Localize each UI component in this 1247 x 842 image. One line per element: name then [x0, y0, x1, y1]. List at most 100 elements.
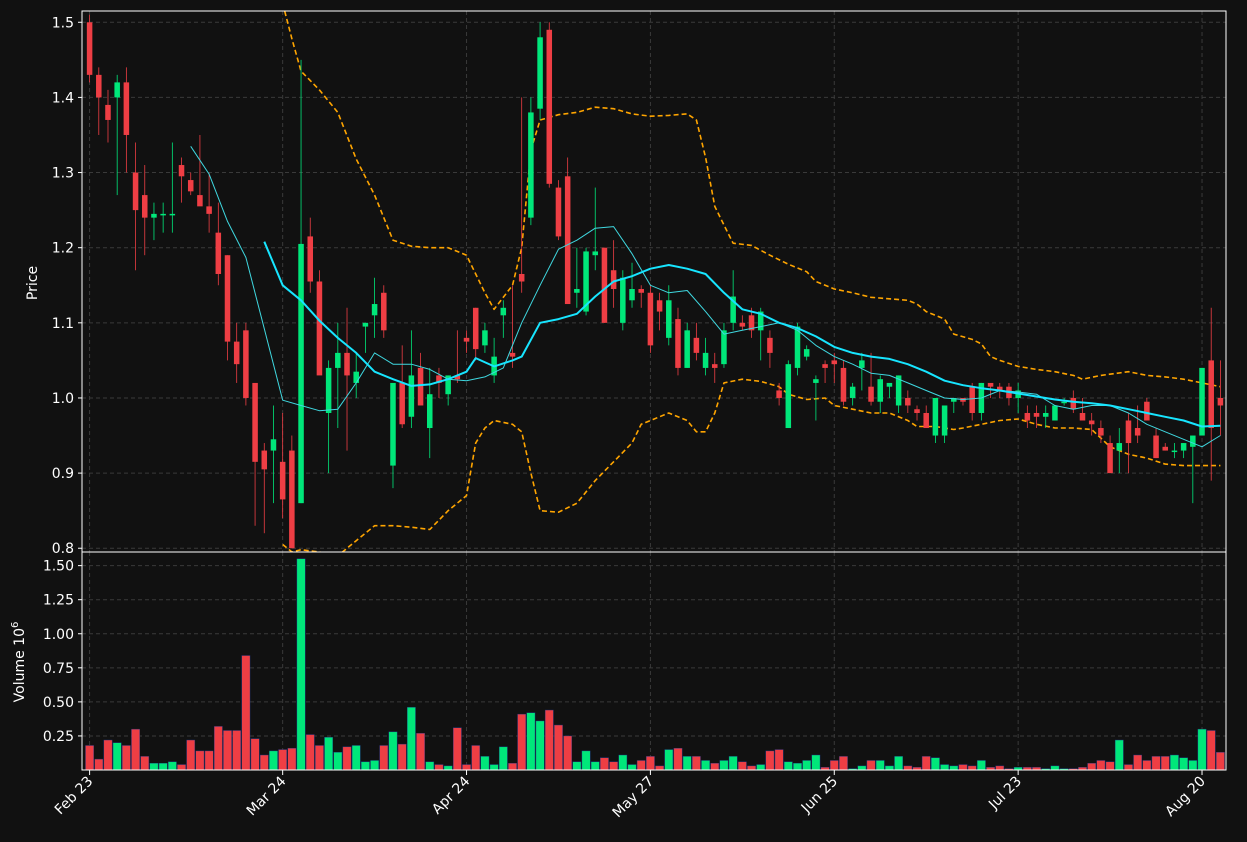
- candle-body: [482, 330, 488, 346]
- candle-body: [463, 337, 470, 342]
- candle-body: [169, 213, 176, 216]
- volume-bar: [940, 764, 949, 771]
- volume-bar: [1151, 756, 1161, 771]
- candle-body: [1208, 360, 1214, 429]
- candle-body: [831, 360, 838, 365]
- candle-body: [344, 352, 350, 376]
- candle-body: [243, 330, 249, 398]
- candle-body: [1180, 443, 1187, 451]
- volume-bar: [701, 760, 710, 771]
- volume-bar: [1050, 765, 1060, 771]
- volume-bar: [517, 713, 527, 771]
- volume-bar: [315, 745, 324, 771]
- volume-bar: [535, 720, 545, 771]
- volume-bar: [140, 756, 150, 771]
- candle-body: [813, 379, 819, 383]
- candle-body: [371, 304, 378, 316]
- volume-bar: [1133, 754, 1142, 771]
- volume-bar: [296, 558, 306, 771]
- candle-body: [335, 352, 341, 368]
- volume-bar: [278, 749, 287, 771]
- candle-body: [923, 412, 929, 429]
- volume-bar: [471, 745, 481, 771]
- candle-body: [325, 367, 332, 413]
- volume-bar: [361, 761, 370, 771]
- candle-body: [381, 292, 387, 331]
- volume-bar: [581, 750, 591, 771]
- candle-body: [767, 337, 773, 353]
- candle-body: [215, 232, 222, 274]
- candle-body: [160, 213, 166, 216]
- volume-bar: [894, 756, 903, 771]
- volume-bar: [122, 745, 131, 771]
- candle-body: [178, 165, 185, 177]
- volume-tick-label: 0.25: [43, 729, 74, 745]
- candle-body: [987, 382, 994, 387]
- volume-bar: [204, 750, 214, 771]
- volume-bar: [158, 762, 168, 771]
- volume-bar: [949, 765, 959, 771]
- volume-bar: [94, 758, 104, 771]
- volume-bar: [921, 756, 931, 771]
- candle-body: [528, 112, 534, 218]
- candle-body: [399, 382, 405, 425]
- volume-tick-label: 0.75: [43, 661, 74, 677]
- volume-tick-label: 1.50: [43, 559, 74, 575]
- candle-body: [1024, 412, 1031, 421]
- candle-body: [905, 397, 911, 406]
- candle-body: [1217, 397, 1224, 406]
- volume-bar: [434, 764, 444, 771]
- candle-body: [969, 386, 975, 413]
- candle-body: [123, 82, 130, 135]
- volume-bar: [627, 764, 637, 771]
- candle-body: [822, 364, 828, 368]
- volume-bar: [232, 730, 242, 771]
- candle-body: [693, 337, 700, 353]
- price-tick-label: 0.8: [52, 541, 74, 557]
- volume-bar: [563, 735, 572, 771]
- candle-body: [1042, 412, 1049, 417]
- candle-body: [647, 292, 654, 346]
- candle-body: [1153, 435, 1159, 459]
- candle-body: [712, 364, 718, 368]
- candle-body: [1088, 420, 1095, 425]
- volume-bar: [866, 760, 876, 771]
- volume-bar: [333, 752, 343, 771]
- volume-bar: [646, 756, 655, 771]
- volume-bar: [692, 756, 701, 771]
- volume-axis-label-exponent: 6: [10, 622, 21, 628]
- candle-body: [1079, 412, 1086, 421]
- volume-bar: [149, 762, 159, 771]
- candle-body: [666, 300, 672, 338]
- volume-bar: [655, 765, 664, 771]
- candle-body: [1125, 420, 1132, 444]
- volume-bar: [1197, 728, 1207, 771]
- volume-bar: [85, 745, 94, 771]
- volume-bar: [967, 765, 977, 771]
- candle-body: [1190, 435, 1196, 447]
- price-tick-label: 0.9: [52, 466, 74, 482]
- volume-bar: [590, 761, 600, 771]
- volume-bar: [618, 754, 628, 771]
- volume-bar: [131, 728, 140, 771]
- candle-body: [546, 29, 553, 184]
- volume-bar: [453, 727, 462, 771]
- volume-bar: [168, 761, 177, 771]
- volume-bar: [609, 761, 618, 771]
- volume-bar: [112, 742, 122, 771]
- candle-body: [1098, 428, 1104, 436]
- candle-body: [1116, 443, 1123, 451]
- volume-bar: [958, 764, 968, 771]
- candle-body: [307, 236, 313, 282]
- volume-bar: [682, 756, 692, 771]
- candle-body: [105, 104, 111, 120]
- candle-body: [86, 22, 93, 75]
- candle-body: [233, 341, 240, 365]
- candle-body: [537, 37, 543, 109]
- volume-bar: [636, 760, 646, 771]
- candle-body: [601, 247, 608, 323]
- candle-body: [574, 289, 580, 293]
- candle-body: [592, 251, 598, 256]
- candle-body: [914, 409, 920, 413]
- volume-bar: [747, 765, 756, 771]
